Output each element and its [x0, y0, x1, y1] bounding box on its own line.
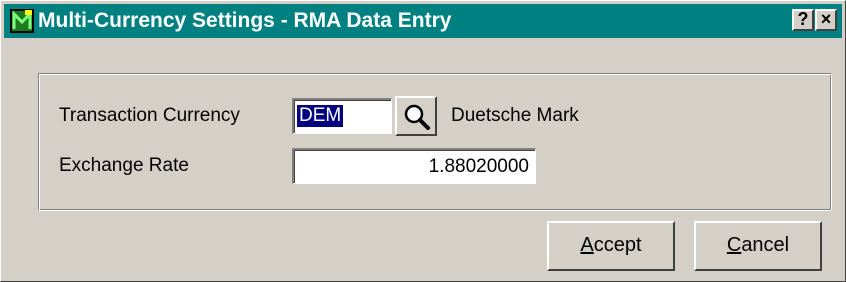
transaction-currency-label: Transaction Currency: [59, 105, 240, 126]
window-title: Multi-Currency Settings - RMA Data Entry: [38, 9, 452, 32]
close-button[interactable]: ×: [815, 9, 837, 31]
exchange-rate-input[interactable]: 1.88020000: [292, 148, 536, 184]
cancel-hotkey: C: [726, 234, 742, 256]
magnifier-icon: [404, 104, 430, 130]
exchange-rate-value: 1.88020000: [428, 156, 529, 177]
help-button[interactable]: ?: [792, 9, 814, 31]
currency-code-input[interactable]: DEM: [292, 98, 392, 134]
accept-button[interactable]: Accept: [547, 221, 675, 271]
accept-hotkey: A: [580, 234, 594, 256]
currency-lookup-button[interactable]: [395, 96, 437, 136]
accept-label-rest: ccept: [593, 234, 642, 256]
title-bar[interactable]: Multi-Currency Settings - RMA Data Entry…: [4, 4, 842, 38]
dialog-window: Multi-Currency Settings - RMA Data Entry…: [0, 0, 846, 282]
settings-group-box: [38, 73, 832, 211]
cancel-button[interactable]: Cancel: [694, 221, 822, 271]
currency-code-value: DEM: [297, 105, 344, 127]
currency-name: Duetsche Mark: [451, 105, 579, 126]
exchange-rate-label: Exchange Rate: [59, 155, 189, 176]
cancel-label-rest: ancel: [741, 234, 790, 256]
app-icon: [10, 9, 34, 33]
